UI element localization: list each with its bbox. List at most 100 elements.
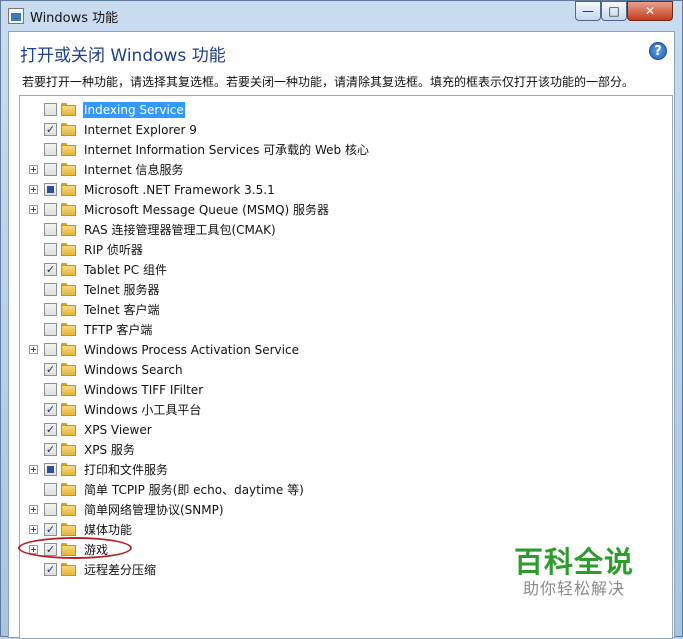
folder-icon xyxy=(61,483,76,496)
feature-checkbox[interactable] xyxy=(44,343,57,356)
feature-row[interactable]: Windows TIFF IFilter xyxy=(20,380,660,400)
feature-label[interactable]: 简单 TCPIP 服务(即 echo、daytime 等) xyxy=(83,482,305,498)
feature-label[interactable]: Internet Information Services 可承载的 Web 核… xyxy=(83,142,370,158)
feature-row[interactable]: Windows Process Activation Service xyxy=(20,340,660,360)
feature-checkbox[interactable]: ✓ xyxy=(44,403,57,416)
folder-icon xyxy=(61,503,76,516)
feature-row[interactable]: Microsoft Message Queue (MSMQ) 服务器 xyxy=(20,200,660,220)
feature-checkbox[interactable]: ✓ xyxy=(44,363,57,376)
feature-row[interactable]: 打印和文件服务 xyxy=(20,460,660,480)
watermark-title: 百科全说 xyxy=(513,545,634,579)
folder-icon xyxy=(61,563,76,576)
feature-row[interactable]: Indexing Service xyxy=(20,100,660,120)
feature-label[interactable]: RAS 连接管理器管理工具包(CMAK) xyxy=(83,222,277,238)
windows-features-app-icon xyxy=(8,8,24,24)
feature-row[interactable]: Microsoft .NET Framework 3.5.1 xyxy=(20,180,660,200)
feature-row[interactable]: Internet 信息服务 xyxy=(20,160,660,180)
window-title: Windows 功能 xyxy=(30,11,119,26)
feature-label[interactable]: Windows Search xyxy=(83,362,184,378)
expand-icon[interactable] xyxy=(29,205,38,214)
help-icon[interactable]: ? xyxy=(649,42,667,60)
feature-row[interactable]: ✓ Windows 小工具平台 xyxy=(20,400,660,420)
feature-label[interactable]: Windows TIFF IFilter xyxy=(83,382,204,398)
feature-label[interactable]: Microsoft .NET Framework 3.5.1 xyxy=(83,182,276,198)
feature-row[interactable]: ✓ Internet Explorer 9 xyxy=(20,120,660,140)
feature-checkbox[interactable]: ✓ xyxy=(44,563,57,576)
title-bar[interactable]: Windows 功能 — □ ✕ xyxy=(1,1,682,31)
feature-row[interactable]: ✓ XPS 服务 xyxy=(20,440,660,460)
feature-checkbox[interactable]: ✓ xyxy=(44,523,57,536)
feature-row[interactable]: 简单网络管理协议(SNMP) xyxy=(20,500,660,520)
feature-row[interactable]: ✓ 媒体功能 xyxy=(20,520,660,540)
feature-checkbox[interactable] xyxy=(44,503,57,516)
folder-icon xyxy=(61,383,76,396)
feature-row[interactable]: ✓ Tablet PC 组件 xyxy=(20,260,660,280)
feature-row[interactable]: 简单 TCPIP 服务(即 echo、daytime 等) xyxy=(20,480,660,500)
folder-icon xyxy=(61,103,76,116)
feature-checkbox[interactable]: ✓ xyxy=(44,123,57,136)
feature-checkbox[interactable]: ✓ xyxy=(44,443,57,456)
feature-checkbox[interactable] xyxy=(44,203,57,216)
folder-icon xyxy=(61,203,76,216)
feature-row[interactable]: TFTP 客户端 xyxy=(20,320,660,340)
expand-icon[interactable] xyxy=(29,505,38,514)
maximize-button[interactable]: □ xyxy=(601,1,627,21)
page-title: 打开或关闭 Windows 功能 xyxy=(20,46,226,66)
feature-checkbox[interactable] xyxy=(44,463,57,476)
feature-label[interactable]: 媒体功能 xyxy=(83,522,133,538)
expand-icon[interactable] xyxy=(29,165,38,174)
feature-checkbox[interactable] xyxy=(44,163,57,176)
expand-icon[interactable] xyxy=(29,345,38,354)
feature-row[interactable]: RIP 侦听器 xyxy=(20,240,660,260)
feature-checkbox[interactable] xyxy=(44,223,57,236)
watermark-subtitle: 助你轻松解决 xyxy=(522,579,625,598)
folder-icon xyxy=(61,523,76,536)
feature-row[interactable]: RAS 连接管理器管理工具包(CMAK) xyxy=(20,220,660,240)
feature-checkbox[interactable]: ✓ xyxy=(44,423,57,436)
feature-label[interactable]: Telnet 服务器 xyxy=(83,282,161,298)
feature-label[interactable]: 简单网络管理协议(SNMP) xyxy=(83,502,225,518)
minimize-button[interactable]: — xyxy=(575,1,601,21)
folder-icon xyxy=(61,443,76,456)
expand-icon[interactable] xyxy=(29,465,38,474)
feature-label[interactable]: Telnet 客户端 xyxy=(83,302,161,318)
feature-row[interactable]: ✓ XPS Viewer xyxy=(20,420,660,440)
feature-label[interactable]: Windows Process Activation Service xyxy=(83,342,300,358)
feature-checkbox[interactable]: ✓ xyxy=(44,263,57,276)
expand-icon[interactable] xyxy=(29,185,38,194)
feature-label[interactable]: Indexing Service xyxy=(83,102,185,118)
feature-row[interactable]: ✓ Windows Search xyxy=(20,360,660,380)
watermark: 百科全说 助你轻松解决 xyxy=(509,546,639,600)
feature-checkbox[interactable] xyxy=(44,283,57,296)
feature-checkbox[interactable] xyxy=(44,243,57,256)
feature-label[interactable]: 远程差分压缩 xyxy=(83,562,157,578)
expand-icon[interactable] xyxy=(29,525,38,534)
folder-icon xyxy=(61,163,76,176)
feature-checkbox[interactable] xyxy=(44,183,57,196)
feature-checkbox[interactable] xyxy=(44,323,57,336)
feature-label[interactable]: TFTP 客户端 xyxy=(83,322,153,338)
feature-label[interactable]: Tablet PC 组件 xyxy=(83,262,168,278)
folder-icon xyxy=(61,123,76,136)
feature-label[interactable]: XPS Viewer xyxy=(83,422,153,438)
feature-checkbox[interactable] xyxy=(44,143,57,156)
feature-row[interactable]: Telnet 客户端 xyxy=(20,300,660,320)
folder-icon xyxy=(61,403,76,416)
feature-label[interactable]: Internet 信息服务 xyxy=(83,162,184,178)
feature-checkbox[interactable] xyxy=(44,303,57,316)
feature-label[interactable]: RIP 侦听器 xyxy=(83,242,144,258)
feature-label[interactable]: Internet Explorer 9 xyxy=(83,122,198,138)
feature-checkbox[interactable] xyxy=(44,483,57,496)
folder-icon xyxy=(61,223,76,236)
feature-label[interactable]: Windows 小工具平台 xyxy=(83,402,202,418)
feature-label[interactable]: Microsoft Message Queue (MSMQ) 服务器 xyxy=(83,202,330,218)
feature-row[interactable]: Telnet 服务器 xyxy=(20,280,660,300)
feature-checkbox[interactable] xyxy=(44,103,57,116)
feature-label[interactable]: 打印和文件服务 xyxy=(83,462,169,478)
folder-icon xyxy=(61,243,76,256)
feature-row[interactable]: Internet Information Services 可承载的 Web 核… xyxy=(20,140,660,160)
feature-label[interactable]: XPS 服务 xyxy=(83,442,136,458)
feature-checkbox[interactable] xyxy=(44,383,57,396)
folder-icon xyxy=(61,323,76,336)
close-button[interactable]: ✕ xyxy=(627,1,673,21)
